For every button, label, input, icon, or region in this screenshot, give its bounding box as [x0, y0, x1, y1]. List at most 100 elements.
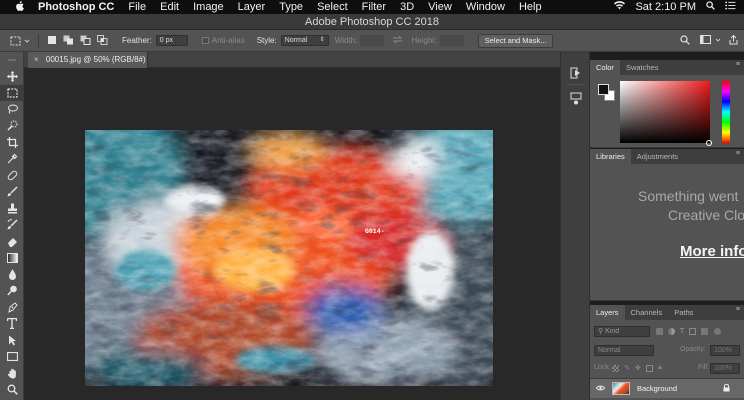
apple-icon[interactable]	[12, 0, 26, 14]
spot-healing-brush-icon[interactable]	[0, 167, 24, 184]
add-to-selection-icon[interactable]	[63, 35, 74, 47]
menu-3d[interactable]: 3D	[400, 1, 414, 13]
tool-preset-icon[interactable]	[10, 36, 30, 46]
height-input[interactable]	[439, 35, 464, 46]
quick-selection-tool-icon[interactable]	[0, 118, 24, 135]
menu-help[interactable]: Help	[519, 1, 542, 13]
menu-edit[interactable]: Edit	[160, 1, 179, 13]
width-input[interactable]	[360, 35, 385, 46]
tab-channels[interactable]: Channels	[625, 305, 669, 320]
panel-menu-icon[interactable]: ≡	[736, 61, 740, 68]
select-and-mask-button[interactable]: Select and Mask...	[477, 33, 554, 48]
lock-transparency-icon[interactable]	[612, 365, 619, 372]
panel-menu-icon[interactable]: ≡	[736, 150, 740, 157]
menu-app-name[interactable]: Photoshop CC	[38, 1, 114, 13]
hue-slider[interactable]	[722, 81, 730, 143]
lock-position-icon[interactable]: ✥	[635, 364, 641, 372]
lasso-tool-icon[interactable]	[0, 101, 24, 118]
color-spectrum-field[interactable]	[620, 81, 710, 143]
share-icon[interactable]	[729, 34, 738, 47]
filter-adjustment-icon[interactable]	[668, 328, 675, 335]
layer-name[interactable]: Background	[637, 384, 677, 393]
tab-layers[interactable]: Layers	[590, 305, 625, 320]
menu-file[interactable]: File	[128, 1, 146, 13]
blur-tool-icon[interactable]	[0, 266, 24, 283]
menu-view[interactable]: View	[428, 1, 452, 13]
wifi-icon[interactable]	[614, 1, 626, 13]
filter-pixel-icon[interactable]	[656, 328, 663, 335]
filter-type-icon[interactable]: T	[680, 328, 684, 335]
document-image[interactable]: G014-	[85, 130, 493, 386]
chevron-down-icon[interactable]	[715, 36, 721, 45]
color-panel-tabs: Color Swatches	[590, 60, 744, 75]
feather-input[interactable]: 0 px	[155, 35, 188, 46]
brush-tool-icon[interactable]	[0, 184, 24, 201]
libraries-panel-tabs: Libraries Adjustments	[590, 149, 744, 164]
intersect-selection-icon[interactable]	[97, 34, 108, 47]
filter-shape-icon[interactable]	[689, 328, 697, 335]
blend-mode-select[interactable]: Normal	[594, 345, 654, 356]
lock-all-icon[interactable]: 🔒︎	[658, 364, 662, 372]
workspace-icon[interactable]	[700, 35, 711, 46]
subtract-from-selection-icon[interactable]	[80, 35, 91, 47]
layer-row[interactable]: Background	[590, 379, 744, 398]
foreground-color-swatch[interactable]	[598, 84, 609, 95]
filter-toggle-icon[interactable]	[714, 328, 722, 335]
swap-dimensions-icon[interactable]	[392, 35, 403, 46]
lock-artboard-icon[interactable]	[646, 365, 653, 372]
opacity-input[interactable]: 100%	[710, 345, 740, 356]
eraser-tool-icon[interactable]	[0, 233, 24, 250]
search-icon: ⚲	[598, 328, 604, 335]
path-selection-tool-icon[interactable]	[0, 332, 24, 349]
clock[interactable]: Sat 2:10 PM	[635, 1, 696, 13]
style-select[interactable]: Normal ⇕	[280, 35, 329, 46]
clone-stamp-tool-icon[interactable]	[0, 200, 24, 217]
eye-icon[interactable]	[595, 384, 606, 393]
tab-libraries[interactable]: Libraries	[590, 149, 631, 164]
new-selection-icon[interactable]	[47, 35, 57, 47]
search-icon[interactable]	[680, 34, 690, 47]
document-tab[interactable]: × 00015.jpg @ 50% (RGB/8#)	[28, 52, 148, 68]
menu-image[interactable]: Image	[193, 1, 224, 13]
tab-paths[interactable]: Paths	[668, 305, 699, 320]
feather-label: Feather:	[122, 36, 152, 45]
kind-filter-select[interactable]: ⚲ Kind	[594, 326, 650, 337]
filter-smart-object-icon[interactable]	[701, 328, 709, 335]
zoom-tool-icon[interactable]	[0, 382, 24, 399]
menu-select[interactable]: Select	[317, 1, 348, 13]
crop-tool-icon[interactable]	[0, 134, 24, 151]
menu-window[interactable]: Window	[466, 1, 505, 13]
more-info-link[interactable]: More info	[680, 243, 744, 260]
canvas-area[interactable]: G014-	[24, 68, 560, 400]
fill-input[interactable]: 100%	[710, 363, 740, 374]
tab-color[interactable]: Color	[590, 60, 620, 75]
menu-type[interactable]: Type	[279, 1, 303, 13]
move-tool-icon[interactable]	[0, 68, 24, 85]
gradient-tool-icon[interactable]	[0, 250, 24, 267]
lock-pixels-icon[interactable]: ✎	[624, 364, 630, 372]
toolbox-grip[interactable]	[0, 52, 23, 68]
history-brush-tool-icon[interactable]	[0, 217, 24, 234]
mac-menubar: Photoshop CC File Edit Image Layer Type …	[0, 0, 744, 14]
hand-tool-icon[interactable]	[0, 365, 24, 382]
notification-center-icon[interactable]	[725, 1, 736, 13]
type-tool-icon[interactable]	[0, 316, 24, 333]
pen-tool-icon[interactable]	[0, 299, 24, 316]
menu-filter[interactable]: Filter	[362, 1, 386, 13]
layers-panel-tabs: Layers Channels Paths	[590, 305, 744, 320]
rectangular-marquee-tool-icon[interactable]	[0, 84, 24, 101]
rectangle-tool-icon[interactable]	[0, 349, 24, 366]
tab-adjustments[interactable]: Adjustments	[631, 149, 684, 164]
panel-menu-icon[interactable]: ≡	[736, 306, 740, 313]
eyedropper-tool-icon[interactable]	[0, 151, 24, 168]
tab-swatches[interactable]: Swatches	[620, 60, 665, 75]
close-icon[interactable]: ×	[34, 55, 39, 64]
history-panel-icon[interactable]	[570, 66, 582, 84]
menu-layer[interactable]: Layer	[238, 1, 266, 13]
spotlight-icon[interactable]	[706, 1, 715, 13]
antialias-checkbox[interactable]	[201, 37, 209, 44]
properties-panel-icon[interactable]	[570, 92, 582, 110]
dodge-tool-icon[interactable]	[0, 283, 24, 300]
chevron-updown-icon: ⇕	[319, 37, 325, 43]
collapsed-panels-column	[560, 52, 590, 400]
